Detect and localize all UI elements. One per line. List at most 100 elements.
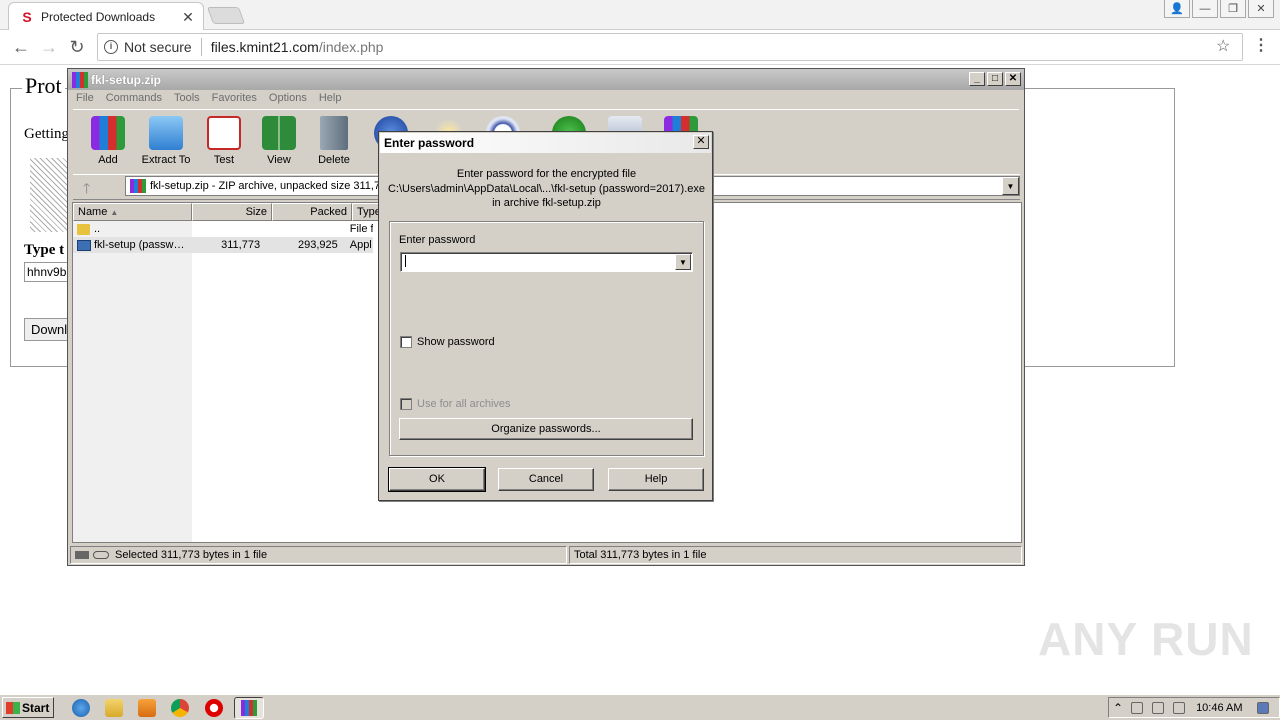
forward-arrow-icon[interactable]: →: [38, 37, 60, 57]
windows-logo-icon: [6, 701, 20, 714]
toolbar-test-label: Test: [213, 154, 235, 166]
archive-path-text: fkl-setup.zip - ZIP archive, unpacked si…: [150, 180, 387, 192]
ok-button[interactable]: OK: [388, 467, 486, 492]
chevron-down-icon[interactable]: ▼: [1002, 177, 1019, 195]
menu-commands[interactable]: Commands: [104, 90, 168, 108]
view-book-icon: [262, 116, 296, 150]
dialog-title: Enter password: [384, 136, 475, 150]
close-window-button[interactable]: ✕: [1248, 0, 1274, 18]
column-header-name[interactable]: Name ▲: [73, 203, 192, 221]
status-total: Total 311,773 bytes in 1 file: [569, 546, 1022, 564]
clock[interactable]: 10:46 AM: [1196, 702, 1242, 714]
site-favicon-icon: S: [22, 8, 32, 25]
key-icon: [93, 551, 109, 559]
anyrun-watermark: ANY RUN: [1038, 613, 1254, 665]
menu-favorites[interactable]: Favorites: [210, 90, 263, 108]
bookmark-star-icon[interactable]: ☆: [1216, 36, 1230, 56]
up-arrow-icon[interactable]: 🡑: [83, 178, 90, 202]
new-tab-button[interactable]: [206, 7, 246, 24]
table-row[interactable]: fkl-setup (passw… 311,773 293,925 Appl: [73, 237, 373, 253]
organize-passwords-button[interactable]: Organize passwords...: [399, 418, 693, 440]
url-path: /index.php: [318, 39, 384, 55]
info-icon[interactable]: i: [104, 40, 118, 54]
reload-icon[interactable]: ↻: [66, 37, 88, 57]
page-intro-text: Getting: [24, 126, 69, 142]
chevron-up-icon[interactable]: ⌃: [1113, 701, 1123, 715]
toolbar-add-button[interactable]: Add: [78, 116, 138, 166]
toolbar-delete-label: Delete: [318, 154, 350, 166]
column-header-size[interactable]: Size: [192, 203, 272, 221]
page-type-label: Type t: [24, 242, 65, 258]
executable-icon: [77, 239, 91, 251]
winrar-app-icon: [72, 71, 88, 88]
show-desktop-icon[interactable]: [1256, 701, 1269, 714]
chrome-icon[interactable]: [171, 699, 189, 717]
browser-window-controls: 👤 — ❐ ✕: [1164, 0, 1274, 18]
browser-tab[interactable]: S Protected Downloads ✕: [8, 2, 204, 30]
dialog-message-line1: Enter password for the encrypted file: [456, 168, 637, 180]
toolbar-delete-button[interactable]: Delete: [304, 116, 364, 166]
zip-archive-icon: [130, 179, 146, 193]
table-row[interactable]: .. File f: [73, 221, 373, 237]
menu-help[interactable]: Help: [317, 90, 348, 108]
volume-icon[interactable]: [1173, 701, 1186, 714]
network-icon[interactable]: [1152, 701, 1165, 714]
opera-icon[interactable]: [205, 699, 223, 717]
toolbar-test-button[interactable]: Test: [194, 116, 254, 166]
close-tab-icon[interactable]: ✕: [181, 10, 195, 24]
use-for-all-checkbox: [400, 398, 412, 410]
winrar-title: fkl-setup.zip: [91, 72, 162, 87]
toolbar-extract-button[interactable]: Extract To: [136, 116, 196, 166]
start-button[interactable]: Start: [2, 697, 54, 718]
tab-title: Protected Downloads: [41, 9, 156, 24]
media-player-icon[interactable]: [138, 699, 156, 717]
chevron-down-icon[interactable]: ▼: [675, 254, 691, 270]
password-input[interactable]: ▼: [400, 252, 693, 272]
captcha-image: [30, 158, 70, 232]
status-selected: Selected 311,773 bytes in 1 file: [115, 549, 268, 561]
winrar-minimize-button[interactable]: _: [969, 72, 985, 86]
toolbar-extract-label: Extract To: [141, 154, 191, 166]
toolbar-add-label: Add: [98, 154, 118, 166]
dialog-message: Enter password for the encrypted file C:…: [379, 167, 714, 211]
browser-tabstrip: S Protected Downloads ✕ 👤 — ❐ ✕: [0, 0, 1280, 30]
restore-button[interactable]: ❐: [1220, 0, 1246, 18]
internet-explorer-icon[interactable]: [72, 699, 90, 717]
back-arrow-icon[interactable]: ←: [10, 37, 32, 57]
browser-menu-icon[interactable]: ⋮: [1253, 35, 1269, 55]
delete-trash-icon: [320, 116, 348, 150]
enter-password-dialog: Enter password ✕ Enter password for the …: [378, 131, 713, 501]
start-label: Start: [22, 700, 50, 715]
help-button[interactable]: Help: [608, 468, 704, 491]
name-column-background: [73, 221, 192, 542]
winrar-maximize-button[interactable]: □: [987, 72, 1003, 86]
column-header-packed[interactable]: Packed: [272, 203, 352, 221]
browser-toolbar: ← → ↻ i Not secure files.kmint21.com/ind…: [0, 30, 1280, 65]
use-for-all-label: Use for all archives: [417, 398, 511, 410]
minimize-button[interactable]: —: [1192, 0, 1218, 18]
menu-file[interactable]: File: [74, 90, 100, 108]
page-legend: Prot: [22, 73, 65, 99]
action-center-flag-icon[interactable]: [1131, 701, 1144, 714]
menu-options[interactable]: Options: [267, 90, 313, 108]
extract-folder-icon: [149, 116, 183, 150]
file-explorer-icon[interactable]: [105, 699, 123, 717]
menu-tools[interactable]: Tools: [172, 90, 206, 108]
dialog-close-button[interactable]: ✕: [693, 135, 709, 149]
file-list-header: Name ▲ Size Packed Type: [73, 203, 382, 221]
winrar-taskbar-icon[interactable]: [234, 697, 264, 719]
url-host: files.kmint21.com: [210, 39, 319, 55]
show-password-label[interactable]: Show password: [417, 336, 495, 348]
winrar-close-button[interactable]: ✕: [1005, 72, 1021, 86]
toolbar-view-label: View: [267, 154, 291, 166]
winrar-titlebar: fkl-setup.zip _ □ ✕: [68, 69, 1024, 90]
winrar-app-icon: [241, 700, 257, 716]
dialog-message-path: C:\Users\admin\AppData\Local\...\fkl-set…: [387, 182, 705, 195]
address-bar[interactable]: i Not secure files.kmint21.com/index.php: [97, 33, 1243, 61]
winrar-menubar: File Commands Tools Favorites Options He…: [68, 90, 351, 108]
profile-icon[interactable]: 👤: [1164, 0, 1190, 18]
show-password-checkbox[interactable]: [400, 336, 412, 348]
cancel-button[interactable]: Cancel: [498, 468, 594, 491]
toolbar-view-button[interactable]: View: [249, 116, 309, 166]
winrar-statusbar: Selected 311,773 bytes in 1 file Total 3…: [70, 546, 1022, 564]
